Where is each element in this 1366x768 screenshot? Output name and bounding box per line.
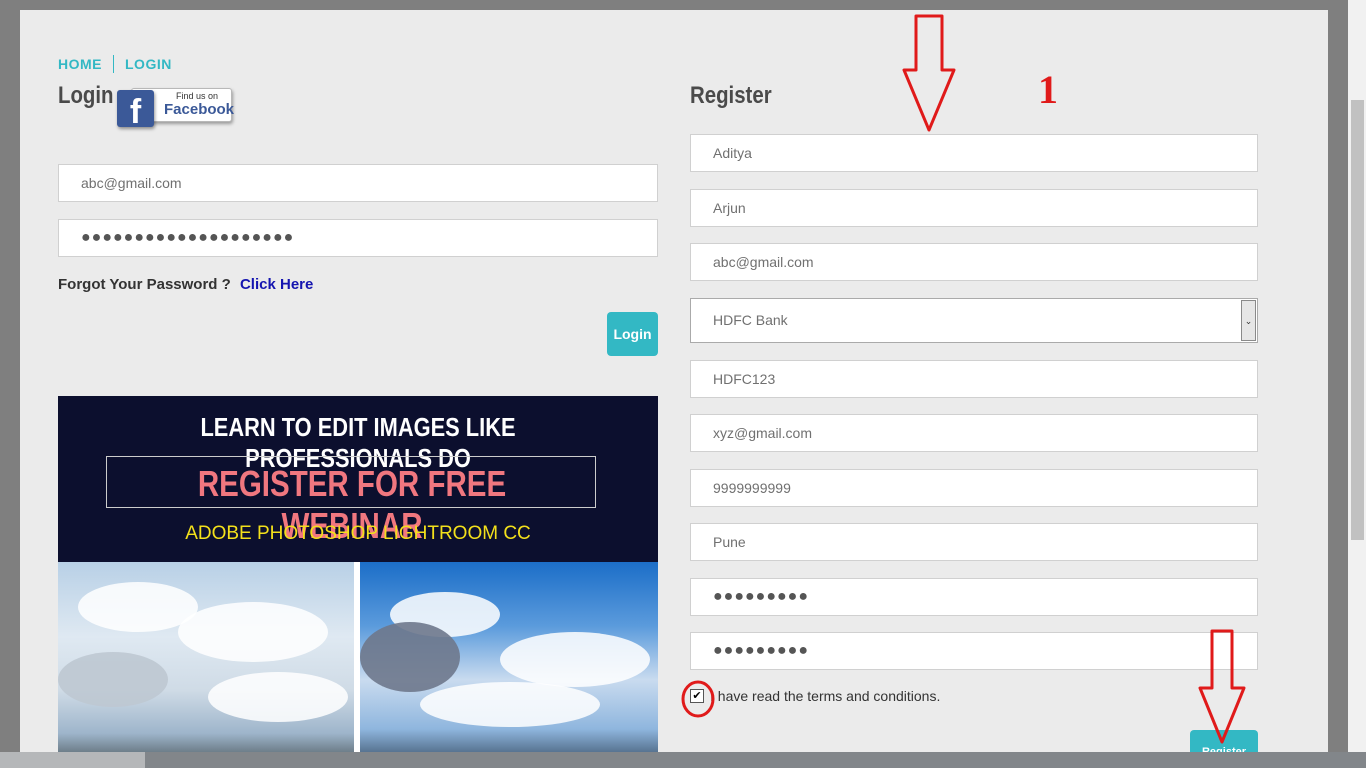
checkbox-highlight-circle	[681, 680, 715, 718]
horizontal-scrollbar-thumb[interactable]	[0, 752, 145, 768]
horizontal-scrollbar[interactable]	[0, 752, 1366, 768]
arrow-down-icon-register	[1198, 629, 1246, 744]
scrollbar-thumb[interactable]	[1351, 100, 1364, 540]
arrow-down-icon	[902, 14, 956, 132]
annotation-overlay	[681, 14, 1246, 744]
